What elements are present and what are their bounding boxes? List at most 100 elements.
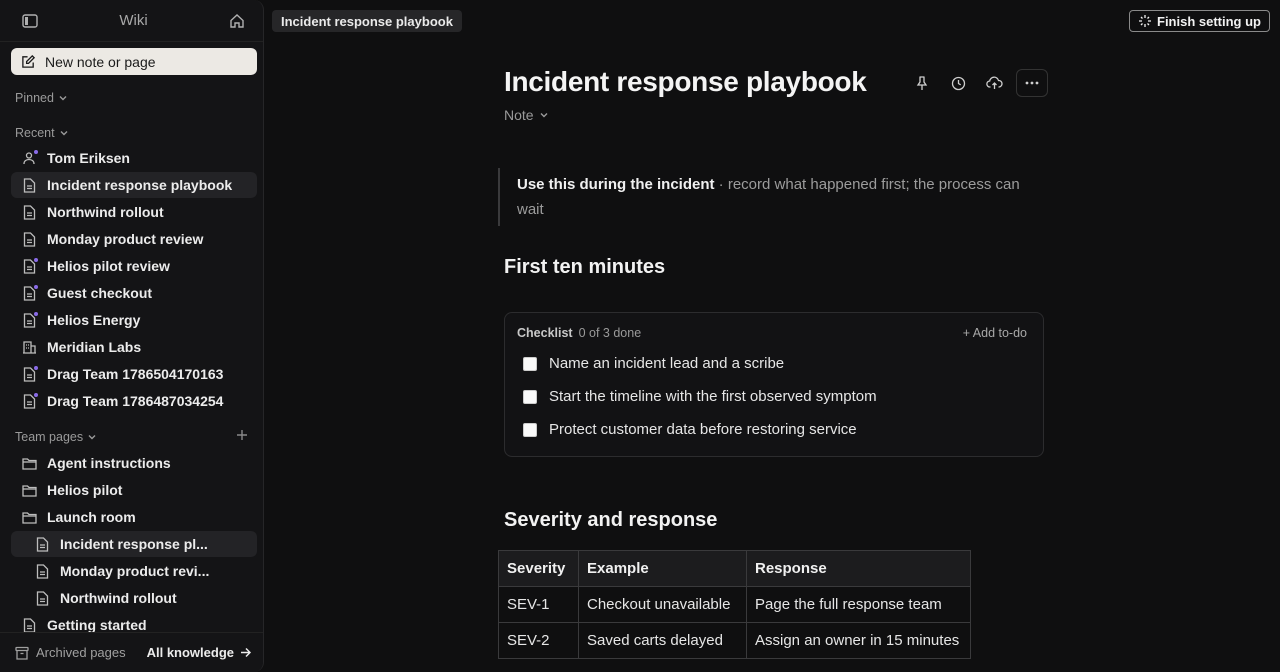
document-icon bbox=[21, 231, 37, 247]
sidebar-item-label: Getting started bbox=[47, 617, 147, 633]
building-icon bbox=[21, 339, 37, 355]
finish-setting-up-button[interactable]: Finish setting up bbox=[1129, 10, 1270, 32]
todo-text[interactable]: Protect customer data before restoring s… bbox=[549, 421, 857, 438]
all-knowledge-link[interactable]: All knowledge bbox=[147, 645, 251, 660]
table-cell[interactable]: SEV-1 bbox=[498, 586, 579, 623]
checklist-header: Checklist 0 of 3 done bbox=[517, 326, 641, 340]
sidebar-item-incident-response-child[interactable]: Incident response pl... bbox=[11, 531, 257, 557]
new-note-label: New note or page bbox=[45, 53, 156, 70]
add-todo-button[interactable]: + Add to-do bbox=[963, 326, 1027, 340]
arrow-right-icon bbox=[241, 647, 251, 658]
team-pages-label: Team pages bbox=[15, 430, 84, 444]
document-icon bbox=[21, 177, 37, 193]
table-header-cell[interactable]: Severity bbox=[498, 550, 579, 587]
todo-item: Start the timeline with the first observ… bbox=[523, 388, 877, 405]
sidebar-item-label: Monday product review bbox=[47, 231, 204, 247]
document-icon bbox=[34, 536, 50, 552]
sidebar-item-helios-energy[interactable]: Helios Energy bbox=[11, 307, 257, 333]
todo-checkbox[interactable] bbox=[523, 356, 537, 371]
sidebar-item-label: Incident response pl... bbox=[60, 536, 208, 552]
checklist-progress: 0 of 3 done bbox=[578, 326, 642, 340]
table-cell[interactable]: Page the full response team bbox=[746, 586, 971, 623]
folder-icon bbox=[21, 482, 37, 498]
cloud-upload-icon[interactable] bbox=[976, 69, 1012, 97]
document-icon bbox=[21, 204, 37, 220]
new-note-button[interactable]: New note or page bbox=[11, 48, 257, 75]
chevron-down-icon bbox=[59, 96, 67, 101]
sidebar-item-label: Helios pilot bbox=[47, 482, 123, 498]
table-row: SEV-2 Saved carts delayed Assign an owne… bbox=[498, 622, 971, 659]
sidebar-item-label: Drag Team 1786487034254 bbox=[47, 393, 224, 409]
document-icon bbox=[21, 365, 39, 382]
finish-setting-up-label: Finish setting up bbox=[1157, 13, 1261, 29]
sparkle-icon bbox=[1139, 15, 1151, 27]
archived-pages-label: Archived pages bbox=[36, 645, 126, 660]
archived-pages-link[interactable]: Archived pages bbox=[15, 645, 126, 660]
table-header-cell[interactable]: Example bbox=[578, 550, 747, 587]
sidebar-item-launch-room[interactable]: Launch room bbox=[11, 504, 257, 530]
sidebar-header: Wiki bbox=[0, 0, 263, 42]
table-cell[interactable]: Assign an owner in 15 minutes bbox=[746, 622, 971, 659]
pinned-section-toggle[interactable]: Pinned bbox=[15, 91, 68, 105]
table-cell[interactable]: Saved carts delayed bbox=[578, 622, 747, 659]
sidebar-item-incident-response-playbook[interactable]: Incident response playbook bbox=[11, 172, 257, 198]
section-heading-severity[interactable]: Severity and response bbox=[504, 509, 717, 532]
sidebar-item-agent-instructions[interactable]: Agent instructions bbox=[11, 450, 257, 476]
checklist-label: Checklist bbox=[517, 326, 573, 340]
sidebar-item-helios-pilot[interactable]: Helios pilot bbox=[11, 477, 257, 503]
breadcrumb[interactable]: Incident response playbook bbox=[272, 10, 462, 32]
sidebar-item-northwind-rollout[interactable]: Northwind rollout bbox=[11, 199, 257, 225]
sidebar-toggle-icon[interactable] bbox=[20, 11, 40, 31]
sidebar-item-label: Guest checkout bbox=[47, 285, 153, 301]
sidebar-item-meridian-labs[interactable]: Meridian Labs bbox=[11, 334, 257, 360]
more-options-icon[interactable] bbox=[1016, 69, 1048, 97]
add-team-page-icon[interactable] bbox=[236, 428, 248, 446]
history-icon[interactable] bbox=[940, 69, 976, 97]
sidebar-footer: Archived pages All knowledge bbox=[0, 632, 263, 672]
home-icon[interactable] bbox=[227, 11, 247, 31]
sidebar-item-tom-eriksen[interactable]: Tom Eriksen bbox=[11, 145, 257, 171]
todo-text[interactable]: Name an incident lead and a scribe bbox=[549, 355, 784, 372]
sidebar: Wiki New note or page Pinned Recent Tom … bbox=[0, 0, 264, 672]
sidebar-item-drag-team-2[interactable]: Drag Team 1786487034254 bbox=[11, 388, 257, 414]
recent-section-toggle[interactable]: Recent bbox=[15, 126, 69, 140]
pinned-label: Pinned bbox=[15, 91, 54, 105]
page-title[interactable]: Incident response playbook bbox=[504, 66, 867, 98]
document-icon bbox=[21, 257, 39, 274]
table-cell[interactable]: SEV-2 bbox=[498, 622, 579, 659]
checklist-block: Checklist 0 of 3 done + Add to-do Name an… bbox=[504, 312, 1044, 457]
document-icon bbox=[34, 563, 50, 579]
sidebar-item-label: Northwind rollout bbox=[47, 204, 164, 220]
doc-actions bbox=[904, 69, 1048, 97]
table-cell[interactable]: Checkout unavailable bbox=[578, 586, 747, 623]
sidebar-item-guest-checkout[interactable]: Guest checkout bbox=[11, 280, 257, 306]
todo-text[interactable]: Start the timeline with the first observ… bbox=[549, 388, 877, 405]
sidebar-item-monday-product-review[interactable]: Monday product review bbox=[11, 226, 257, 252]
section-heading-first-ten-minutes[interactable]: First ten minutes bbox=[504, 256, 665, 279]
todo-item: Name an incident lead and a scribe bbox=[523, 355, 784, 372]
sidebar-item-northwind-child[interactable]: Northwind rollout bbox=[11, 585, 257, 611]
sidebar-item-helios-pilot-review[interactable]: Helios pilot review bbox=[11, 253, 257, 279]
sidebar-item-label: Incident response playbook bbox=[47, 177, 233, 193]
sidebar-item-monday-product-child[interactable]: Monday product revi... bbox=[11, 558, 257, 584]
sidebar-item-label: Agent instructions bbox=[47, 455, 171, 471]
sidebar-item-drag-team-1[interactable]: Drag Team 1786504170163 bbox=[11, 361, 257, 387]
team-pages-section-toggle[interactable]: Team pages bbox=[15, 430, 97, 444]
folder-icon bbox=[21, 509, 37, 525]
pin-icon[interactable] bbox=[904, 69, 940, 97]
todo-checkbox[interactable] bbox=[523, 389, 537, 404]
todo-checkbox[interactable] bbox=[523, 422, 537, 437]
sidebar-item-label: Monday product revi... bbox=[60, 563, 210, 579]
table-header-cell[interactable]: Response bbox=[746, 550, 971, 587]
chevron-down-icon bbox=[540, 113, 548, 118]
todo-item: Protect customer data before restoring s… bbox=[523, 421, 857, 438]
document-icon bbox=[21, 392, 39, 409]
table-header-row: Severity Example Response bbox=[498, 550, 971, 587]
document-icon bbox=[21, 311, 39, 328]
sidebar-item-label: Drag Team 1786504170163 bbox=[47, 366, 224, 382]
sidebar-title: Wiki bbox=[119, 12, 148, 29]
doc-type-selector[interactable]: Note bbox=[504, 107, 549, 123]
sidebar-item-label: Northwind rollout bbox=[60, 590, 177, 606]
compose-icon bbox=[21, 54, 36, 69]
callout-block[interactable]: Use this during the incident · record wh… bbox=[498, 168, 1043, 226]
